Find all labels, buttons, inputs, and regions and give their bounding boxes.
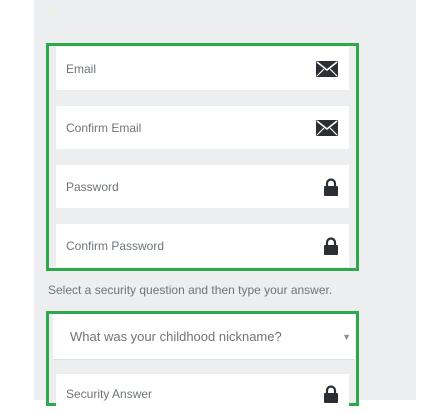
envelope-icon [316,60,338,77]
lock-icon [324,385,338,403]
lock-icon [324,177,338,196]
account-fields-group: Email Confirm Email Password Confirm Pas… [46,43,359,271]
security-question-value: What was your childhood nickname? [70,329,282,344]
confirm-password-field-label: Confirm Password [66,238,165,253]
security-fields-group: What was your childhood nickname? ▼ Secu… [46,311,359,414]
security-question-hint: Select a security question and then type… [48,283,333,297]
chevron-down-icon: ▼ [342,331,351,342]
security-answer-field[interactable]: Security Answer [56,374,349,414]
confirm-email-field[interactable]: Confirm Email [56,106,349,149]
lock-icon [324,236,338,255]
email-field[interactable]: Email [56,47,349,90]
security-answer-label: Security Answer [66,387,153,401]
page-gutter [373,0,421,400]
confirm-email-field-label: Confirm Email [66,120,142,135]
password-field-label: Password [66,179,119,194]
page-edge [416,0,421,400]
envelope-icon [316,119,338,136]
confirm-password-field[interactable]: Confirm Password [56,224,349,267]
faint-mark [50,10,52,20]
security-question-select[interactable]: What was your childhood nickname? ▼ [53,314,355,360]
email-field-label: Email [66,61,97,76]
password-field[interactable]: Password [56,165,349,208]
